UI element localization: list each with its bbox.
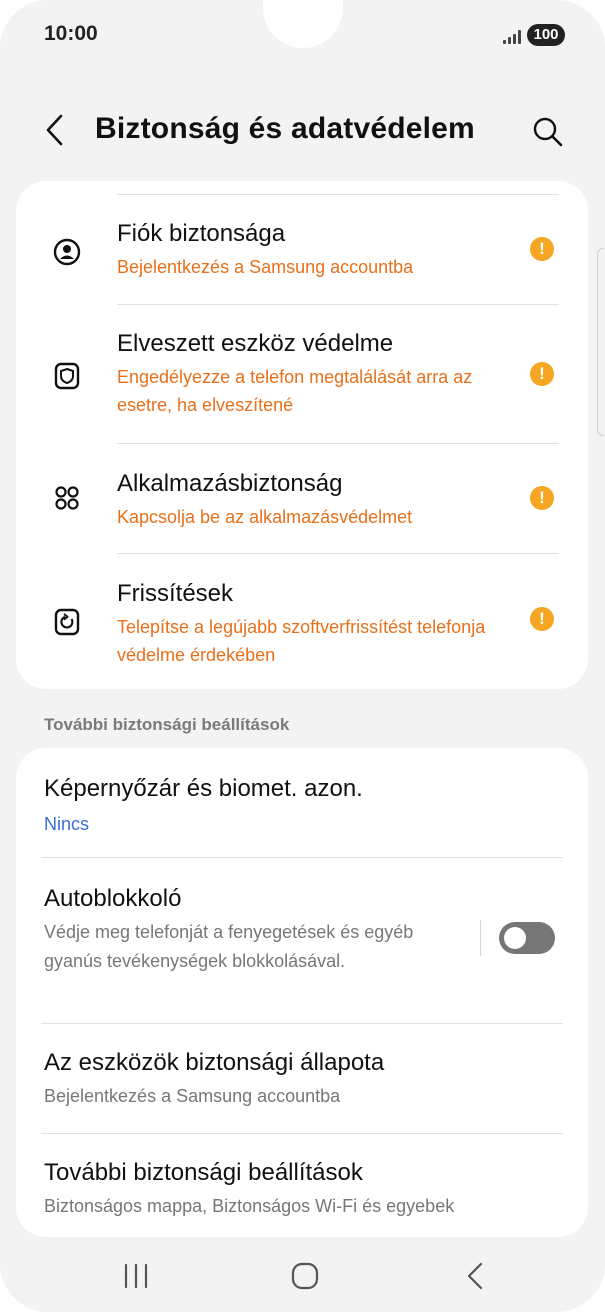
camera-notch (263, 0, 343, 48)
recents-icon (124, 1263, 148, 1289)
item-title: Elveszett eszköz védelme (117, 330, 394, 357)
divider (117, 194, 559, 195)
update-icon (54, 608, 80, 636)
warning-icon: ! (530, 607, 554, 631)
apps-icon (55, 486, 79, 510)
toggle-separator (480, 920, 481, 956)
battery-indicator: 100 (527, 24, 565, 46)
list-item-updates[interactable]: Frissítések Telepítse a legújabb szoftve… (16, 577, 588, 687)
list-item-account-security[interactable]: Fiók biztonsága Bejelentkezés a Samsung … (16, 217, 588, 305)
item-title: Fiók biztonsága (117, 220, 286, 247)
list-item-app-security[interactable]: Alkalmazásbiztonság Kapcsolja be az alka… (16, 467, 588, 555)
warning-icon: ! (530, 362, 554, 386)
item-warning-text: Telepítse a legújabb szoftverfrissítést … (117, 617, 486, 665)
list-item-lost-device-protection[interactable]: Elveszett eszköz védelme Engedélyezze a … (16, 327, 588, 443)
home-button[interactable] (275, 1254, 335, 1298)
item-title: További biztonsági beállítások (44, 1159, 363, 1186)
item-title: Az eszközök biztonsági állapota (44, 1049, 385, 1076)
item-warning-text: Kapcsolja be az alkalmazásvédelmet (117, 507, 413, 527)
home-icon (291, 1262, 319, 1290)
divider (117, 304, 559, 305)
scroll-indicator (597, 248, 604, 436)
search-button[interactable] (526, 110, 570, 154)
shield-icon (54, 362, 80, 390)
divider (117, 553, 559, 554)
page-title: Biztonság és adatvédelem (95, 112, 475, 145)
additional-security-card: Képernyőzár és biomet. azon. Nincs Autob… (16, 748, 588, 1237)
item-description: Bejelentkezés a Samsung accountba (44, 1086, 341, 1106)
status-time: 10:00 (44, 22, 98, 45)
section-header: További biztonsági beállítások (44, 715, 290, 734)
signal-icon (503, 30, 521, 44)
phone-screen: 10:00 100 Biztonság és adatvédelem Fiók … (0, 0, 605, 1312)
list-item-more-security-settings[interactable]: További biztonsági beállítások Biztonság… (16, 1134, 588, 1237)
item-title: Autoblokkoló (44, 885, 182, 912)
item-description: Biztonságos mappa, Biztonságos Wi-Fi és … (44, 1196, 455, 1216)
item-description: Védje meg telefonját a fenyegetések és e… (44, 922, 414, 971)
item-title: Alkalmazásbiztonság (117, 470, 343, 497)
toggle-knob (504, 927, 526, 949)
recents-button[interactable] (106, 1254, 166, 1298)
item-warning-text: Bejelentkezés a Samsung accountba (117, 257, 414, 277)
warning-icon: ! (530, 486, 554, 510)
security-status-card: Fiók biztonsága Bejelentkezés a Samsung … (16, 181, 588, 689)
chevron-left-icon (46, 114, 63, 146)
warning-icon: ! (530, 237, 554, 261)
divider (117, 443, 559, 444)
item-warning-text: Engedélyezze a telefon megtalálását arra… (117, 367, 473, 415)
item-title: Frissítések (117, 580, 234, 607)
account-icon (53, 238, 81, 266)
list-item-auto-blocker[interactable]: Autoblokkoló Védje meg telefonját a feny… (16, 748, 588, 1024)
nav-back-button[interactable] (445, 1254, 505, 1298)
auto-blocker-toggle[interactable] (499, 922, 555, 954)
list-item-device-security-status[interactable]: Az eszközök biztonsági állapota Bejelent… (16, 1024, 588, 1134)
search-icon (533, 117, 563, 147)
back-icon (467, 1262, 483, 1290)
back-button[interactable] (36, 108, 76, 152)
